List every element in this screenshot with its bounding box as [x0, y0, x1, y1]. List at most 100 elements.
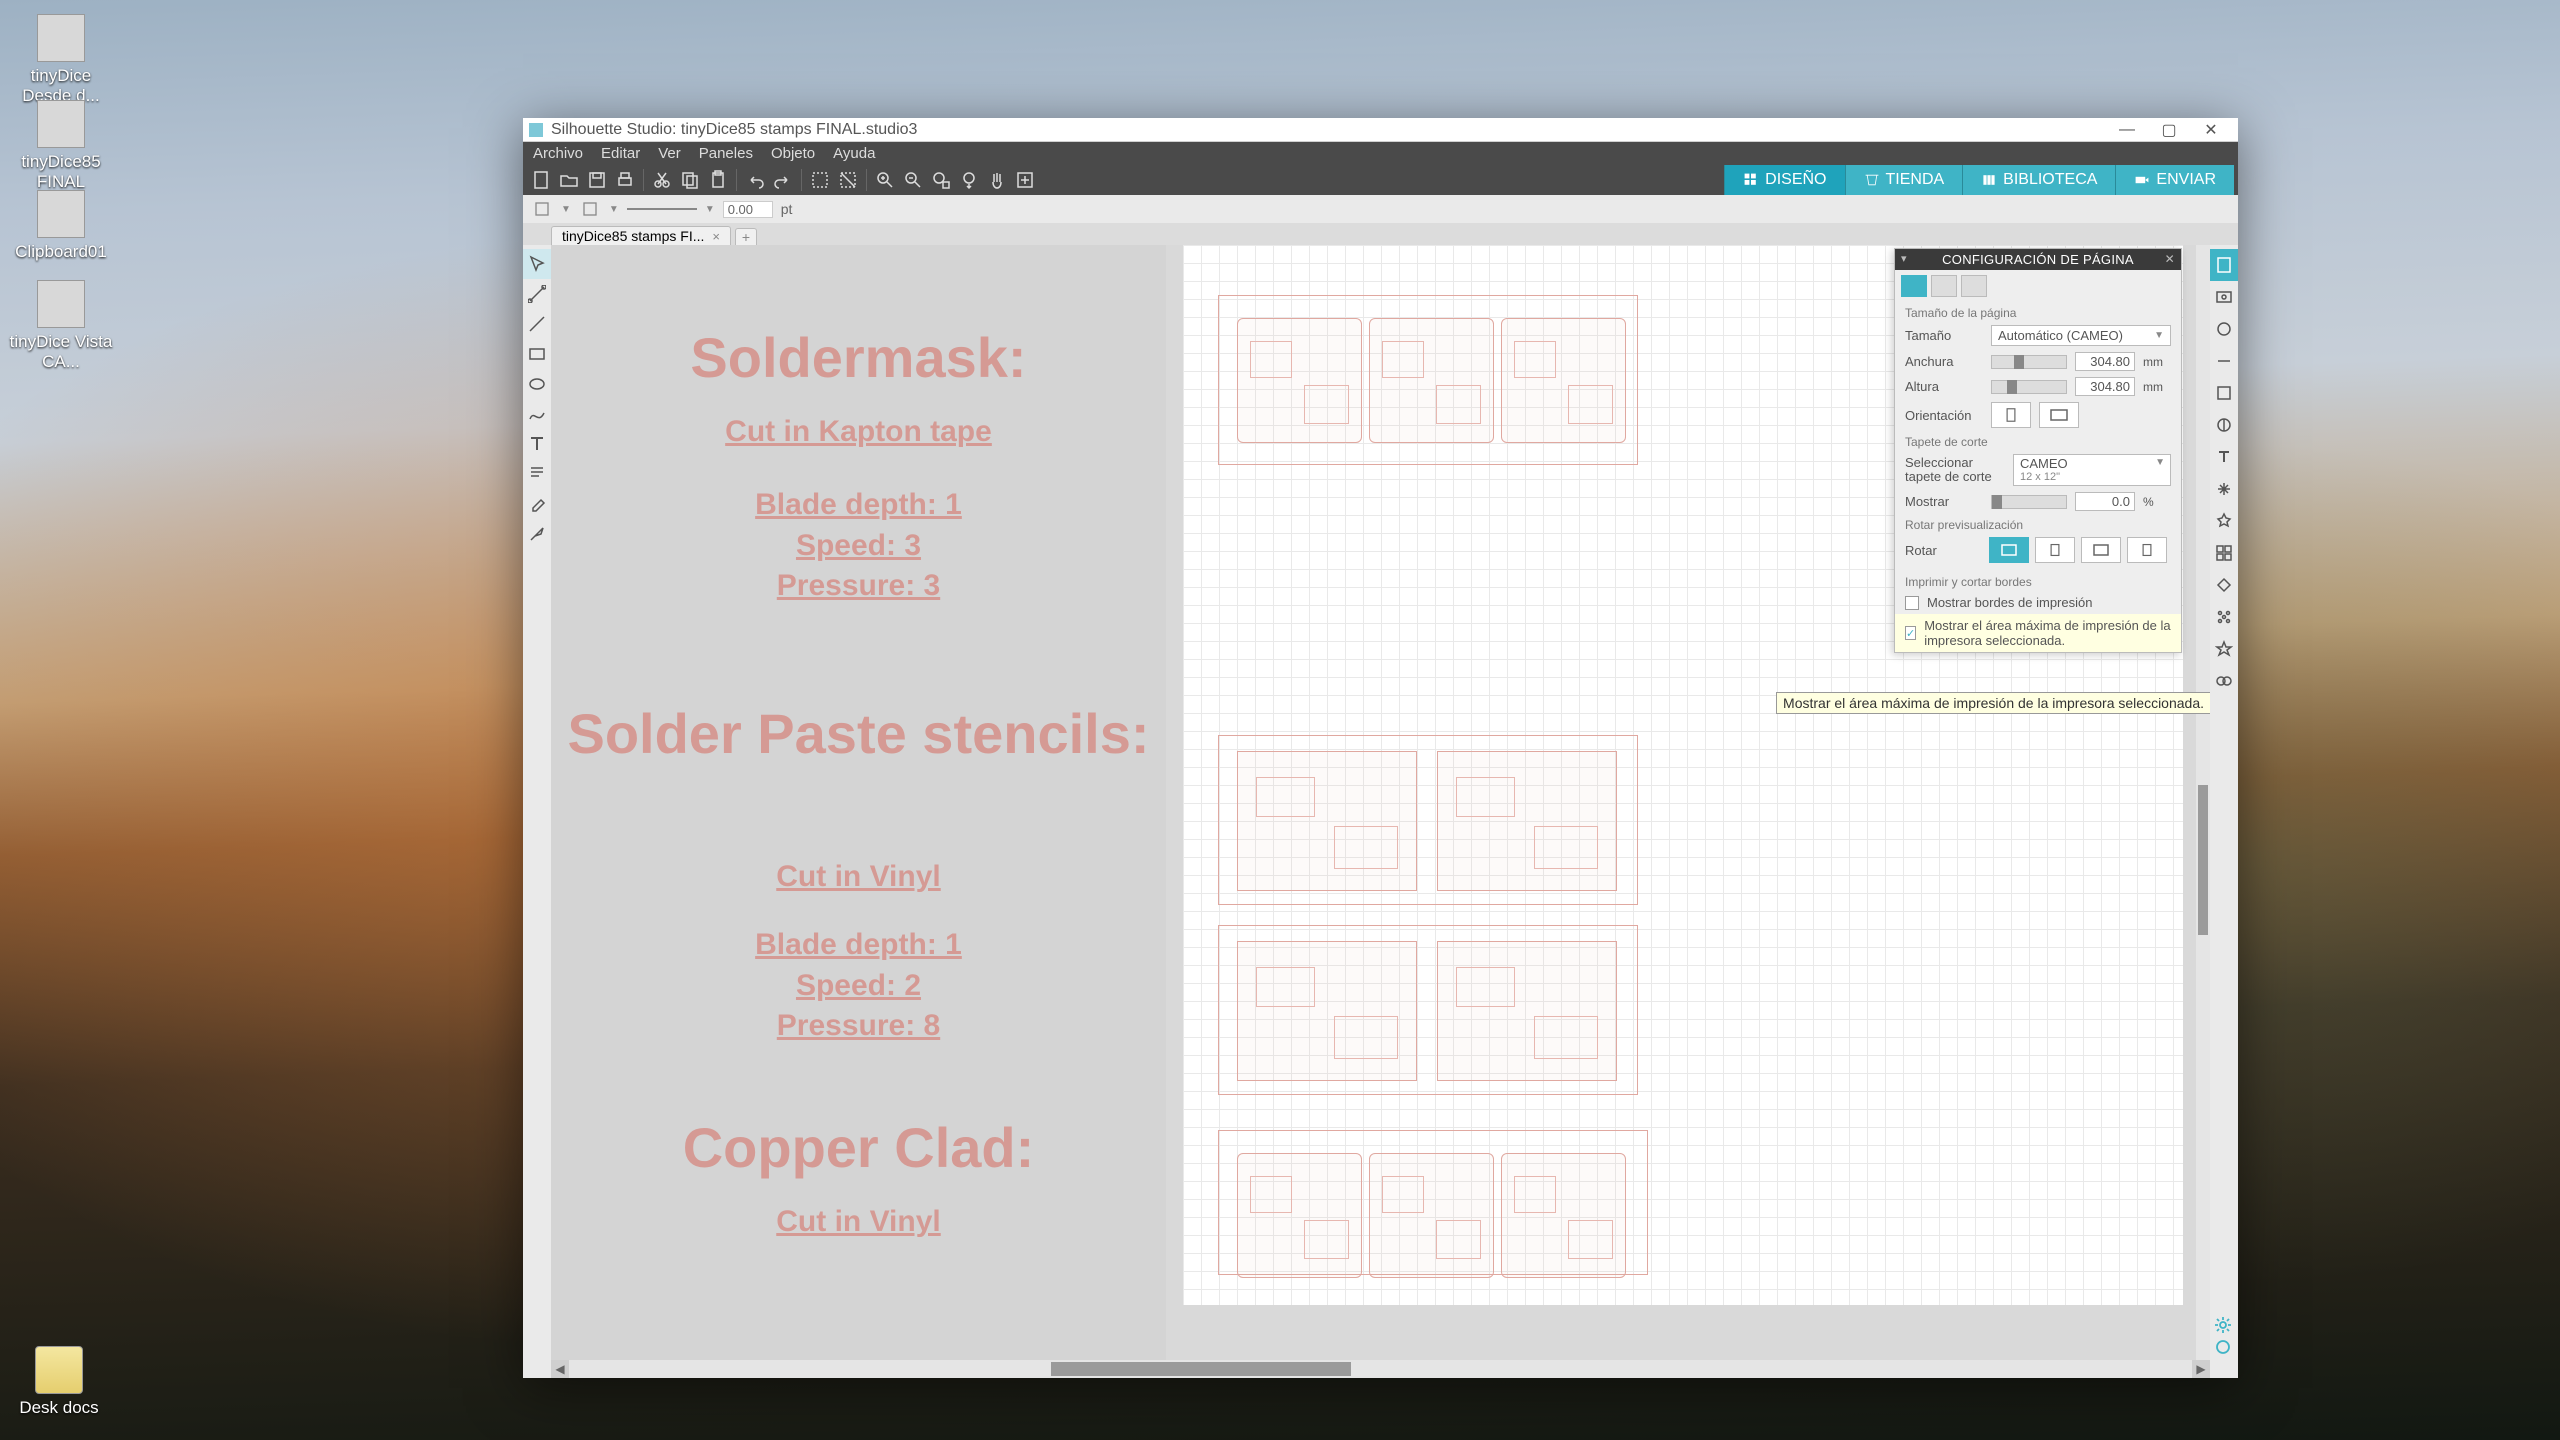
- canvas[interactable]: Soldermask: Cut in Kapton tape Blade dep…: [551, 245, 2210, 1378]
- zoom-drag-icon[interactable]: [955, 166, 983, 194]
- stipple-panel-icon[interactable]: [2210, 601, 2238, 633]
- pan-icon[interactable]: [983, 166, 1011, 194]
- panel-tab-reg[interactable]: [1961, 275, 1987, 297]
- design-shape[interactable]: [1237, 751, 1417, 891]
- settings-icon[interactable]: [2214, 1316, 2234, 1334]
- menu-file[interactable]: Archivo: [533, 145, 583, 162]
- knife-tool-icon[interactable]: [523, 519, 551, 549]
- rotate-90-button[interactable]: [2035, 537, 2075, 563]
- show-input[interactable]: 0.0: [2075, 492, 2135, 511]
- maximize-button[interactable]: ▢: [2148, 119, 2190, 141]
- fill-dropdown-icon[interactable]: ▼: [561, 204, 571, 215]
- menu-edit[interactable]: Editar: [601, 145, 640, 162]
- line-color-icon[interactable]: [579, 198, 601, 220]
- nesting-panel-icon[interactable]: [2210, 665, 2238, 697]
- panel-tab-page[interactable]: [1901, 275, 1927, 297]
- pixscan-icon[interactable]: [2210, 281, 2238, 313]
- design-shape[interactable]: [1437, 941, 1617, 1081]
- height-slider[interactable]: [1991, 380, 2067, 394]
- checkbox-icon[interactable]: ✓: [1905, 626, 1916, 640]
- add-tab-button[interactable]: +: [735, 228, 757, 245]
- rotate-270-button[interactable]: [2127, 537, 2167, 563]
- vertical-scrollbar[interactable]: [2196, 245, 2210, 1360]
- design-text[interactable]: Soldermask:: [551, 325, 1166, 390]
- save-icon[interactable]: [583, 166, 611, 194]
- minimize-button[interactable]: —: [2106, 119, 2148, 141]
- line-panel-icon[interactable]: [2210, 345, 2238, 377]
- desktop-icon[interactable]: tinyDice85 FINAL: [6, 100, 116, 192]
- design-text[interactable]: Cut in Vinyl: [551, 1205, 1166, 1239]
- rect-tool-icon[interactable]: [523, 339, 551, 369]
- design-text[interactable]: Solder Paste stencils:: [551, 705, 1166, 764]
- zoom-select-icon[interactable]: [927, 166, 955, 194]
- mode-send[interactable]: ENVIAR: [2115, 165, 2234, 195]
- note-tool-icon[interactable]: [523, 459, 551, 489]
- design-shape[interactable]: [1237, 318, 1362, 443]
- desktop-icon[interactable]: tinyDice Vista CA...: [6, 280, 116, 372]
- transform-panel-icon[interactable]: [2210, 473, 2238, 505]
- fill-panel-icon[interactable]: [2210, 313, 2238, 345]
- select-tool-icon[interactable]: [523, 249, 551, 279]
- size-select[interactable]: Automático (CAMEO)▼: [1991, 325, 2171, 346]
- text-panel-icon[interactable]: [2210, 441, 2238, 473]
- design-shape[interactable]: [1501, 318, 1626, 443]
- line-dropdown-icon[interactable]: ▼: [609, 204, 619, 215]
- theme-icon[interactable]: [2214, 1338, 2234, 1356]
- desktop-icon[interactable]: Desk docs: [4, 1346, 114, 1418]
- design-group[interactable]: [1218, 925, 1638, 1095]
- desktop-icon[interactable]: tinyDice Desde d...: [6, 14, 116, 106]
- width-slider[interactable]: [1991, 355, 2067, 369]
- line-style-preview[interactable]: [627, 208, 697, 210]
- fit-page-icon[interactable]: [1011, 166, 1039, 194]
- line-style-dropdown-icon[interactable]: ▼: [705, 204, 715, 215]
- design-group[interactable]: [1218, 295, 1638, 465]
- collapse-icon[interactable]: ▾: [1901, 252, 1907, 265]
- page-setup-icon[interactable]: [2210, 249, 2238, 281]
- design-shape[interactable]: [1237, 941, 1417, 1081]
- zoom-out-icon[interactable]: [899, 166, 927, 194]
- scroll-left-icon[interactable]: ◀: [551, 1360, 569, 1378]
- contrast-icon[interactable]: [2210, 409, 2238, 441]
- design-text[interactable]: Blade depth: 1 Speed: 3 Pressure: 3: [551, 485, 1166, 607]
- mode-store[interactable]: TIENDA: [1845, 165, 1963, 195]
- height-input[interactable]: 304.80: [2075, 377, 2135, 396]
- design-text[interactable]: Cut in Vinyl: [551, 860, 1166, 894]
- design-shape[interactable]: [1437, 751, 1617, 891]
- panel-tab-grid[interactable]: [1931, 275, 1957, 297]
- design-shape[interactable]: [1369, 318, 1494, 443]
- close-tab-icon[interactable]: ×: [712, 229, 720, 244]
- panel-close-icon[interactable]: ✕: [2165, 252, 2175, 266]
- checkbox-icon[interactable]: [1905, 596, 1919, 610]
- copy-icon[interactable]: [676, 166, 704, 194]
- cut-icon[interactable]: [648, 166, 676, 194]
- offset-panel-icon[interactable]: [2210, 569, 2238, 601]
- panel-header[interactable]: ▾ CONFIGURACIÓN DE PÁGINA ✕: [1895, 249, 2181, 270]
- document-tab[interactable]: tinyDice85 stamps FI... ×: [551, 226, 731, 245]
- deselect-icon[interactable]: [834, 166, 862, 194]
- paste-icon[interactable]: [704, 166, 732, 194]
- line-width-input[interactable]: 0.00: [723, 201, 773, 218]
- zoom-in-icon[interactable]: [871, 166, 899, 194]
- open-icon[interactable]: [555, 166, 583, 194]
- scroll-right-icon[interactable]: ▶: [2192, 1360, 2210, 1378]
- print-icon[interactable]: [611, 166, 639, 194]
- mode-design[interactable]: DISEÑO: [1724, 165, 1844, 195]
- print-border-checkbox-row[interactable]: Mostrar bordes de impresión: [1895, 591, 2181, 614]
- design-group[interactable]: [1218, 735, 1638, 905]
- eraser-tool-icon[interactable]: [523, 489, 551, 519]
- rotate-0-button[interactable]: [1989, 537, 2029, 563]
- undo-icon[interactable]: [741, 166, 769, 194]
- line-tool-icon[interactable]: [523, 309, 551, 339]
- design-text[interactable]: Blade depth: 1 Speed: 2 Pressure: 8: [551, 925, 1166, 1047]
- design-shape[interactable]: [1237, 1153, 1362, 1278]
- design-shape[interactable]: [1501, 1153, 1626, 1278]
- desktop-icon[interactable]: Clipboard01: [6, 190, 116, 262]
- fill-color-icon[interactable]: [531, 198, 553, 220]
- max-print-area-checkbox-row[interactable]: ✓ Mostrar el área máxima de impresión de…: [1895, 614, 2181, 652]
- replicate-panel-icon[interactable]: [2210, 537, 2238, 569]
- design-group[interactable]: [1218, 1130, 1648, 1275]
- rotate-180-button[interactable]: [2081, 537, 2121, 563]
- design-text[interactable]: Cut in Kapton tape: [551, 415, 1166, 449]
- menu-help[interactable]: Ayuda: [833, 145, 875, 162]
- show-slider[interactable]: [1991, 495, 2067, 509]
